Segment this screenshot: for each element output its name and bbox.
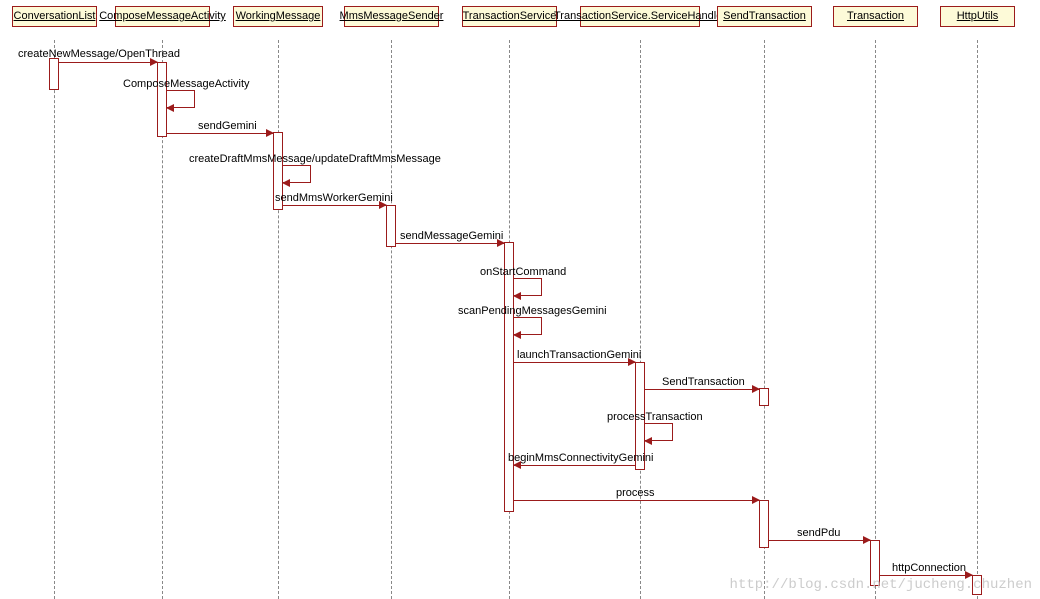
participant-transaction: Transaction [833, 6, 918, 27]
participant-transactionservice: TransactionService [462, 6, 557, 27]
message-arrow [645, 389, 759, 390]
activation-bar [759, 500, 769, 548]
message-arrow [769, 540, 870, 541]
message-arrow [396, 243, 504, 244]
message-label: launchTransactionGemini [517, 349, 641, 361]
message-arrow [167, 133, 273, 134]
participant-workingmessage: WorkingMessage [233, 6, 323, 27]
message-label: createDraftMmsMessage/updateDraftMmsMess… [189, 153, 441, 165]
self-message [167, 90, 195, 108]
participant-transactionservicehandler: TransactionService.ServiceHandler [580, 6, 700, 27]
message-label: process [616, 487, 655, 499]
participant-httputils: HttpUtils [940, 6, 1015, 27]
activation-bar [504, 242, 514, 512]
message-label: sendMessageGemini [400, 230, 503, 242]
activation-bar [49, 58, 59, 90]
message-label: ComposeMessageActivity [123, 78, 250, 90]
message-label: beginMmsConnectivityGemini [508, 452, 654, 464]
activation-bar [157, 62, 167, 137]
lifeline [278, 40, 279, 599]
participant-sendtransaction: SendTransaction [717, 6, 812, 27]
message-arrow [283, 205, 386, 206]
activation-bar [759, 388, 769, 406]
message-arrow [514, 500, 759, 501]
lifeline [875, 40, 876, 599]
lifeline [54, 40, 55, 599]
self-message [283, 165, 311, 183]
activation-bar [386, 205, 396, 247]
participant-mmsmessagesender: MmsMessageSender [344, 6, 439, 27]
lifeline [977, 40, 978, 599]
watermark-text: http://blog.csdn.net/jucheng.chuzhen [730, 577, 1032, 593]
message-label: SendTransaction [662, 376, 745, 388]
message-label: scanPendingMessagesGemini [458, 305, 607, 317]
message-label: onStartCommand [480, 266, 566, 278]
message-arrow [514, 362, 635, 363]
message-label: sendGemini [198, 120, 257, 132]
participant-composemessageactivity: ComposeMessageActivity [115, 6, 210, 27]
lifeline [391, 40, 392, 599]
message-label: sendPdu [797, 527, 840, 539]
message-label: processTransaction [607, 411, 703, 423]
message-label: sendMmsWorkerGemini [275, 192, 393, 204]
message-arrow [59, 62, 157, 63]
self-message [514, 278, 542, 296]
self-message [645, 423, 673, 441]
message-arrow [880, 575, 972, 576]
self-message [514, 317, 542, 335]
lifeline [640, 40, 641, 599]
participant-conversationlist: ConversationList [12, 6, 97, 27]
message-label: httpConnection [892, 562, 966, 574]
message-arrow [514, 465, 635, 466]
